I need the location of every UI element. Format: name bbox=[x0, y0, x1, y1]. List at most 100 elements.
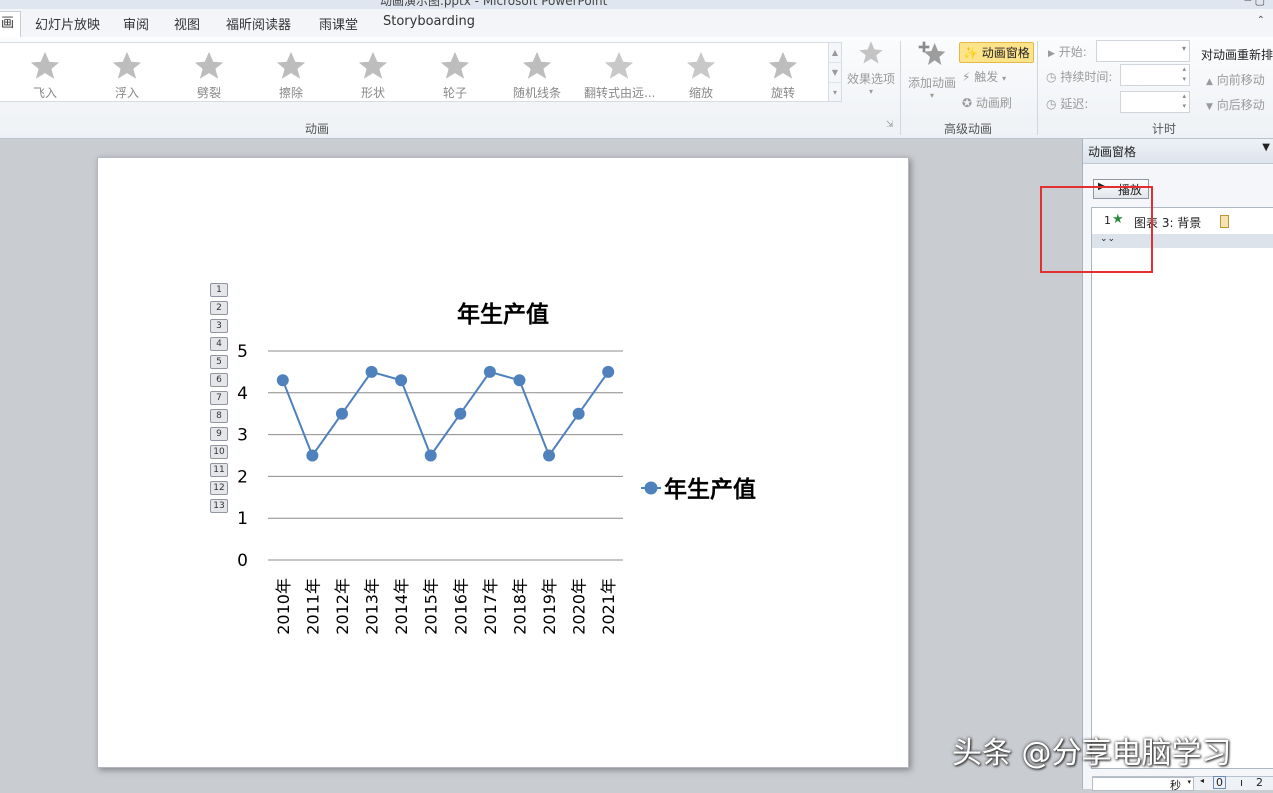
animation-zoom[interactable]: 缩放 bbox=[666, 43, 736, 101]
data-point bbox=[513, 374, 526, 387]
duration-spinner[interactable]: ▴ ▾ bbox=[1120, 64, 1190, 86]
timeline-bar bbox=[1220, 215, 1229, 228]
series-line bbox=[281, 370, 610, 458]
painter-brush-icon: ✪ bbox=[962, 96, 973, 110]
animation-float-in[interactable]: 浮入 bbox=[92, 43, 162, 101]
slide-canvas[interactable]: 1 2 3 4 5 6 7 8 9 10 11 12 13 年生产值 0 1 2 3 4 5 2010年 2011年 20… bbox=[97, 157, 909, 768]
tab-rain-classroom[interactable]: 雨课堂 bbox=[319, 14, 358, 33]
delay-label: ◷ 延迟: bbox=[1046, 97, 1089, 111]
line-chart[interactable]: 年生产值 0 1 2 3 4 5 2010年 2011年 2012年 2013年 2014年 2015年… bbox=[98, 158, 908, 767]
animation-split[interactable]: 劈裂 bbox=[174, 43, 244, 101]
animation-fly-in[interactable]: 飞入 bbox=[10, 43, 80, 101]
group-label-animation: 动画 bbox=[305, 122, 330, 136]
y-tick-label: 0 bbox=[237, 551, 248, 571]
animation-wheel[interactable]: 轮子 bbox=[420, 43, 490, 101]
effect-options-button[interactable]: 效果选项 ▾ bbox=[845, 39, 897, 96]
y-tick-label: 5 bbox=[237, 342, 248, 362]
star-split-icon bbox=[194, 51, 224, 79]
gallery-scrollbar[interactable]: ▲ ▼ ▾ bbox=[828, 42, 842, 102]
y-tick-label: 3 bbox=[237, 426, 248, 446]
animation-swivel[interactable]: 旋转 bbox=[748, 43, 818, 101]
gallery-up-icon[interactable]: ▲ bbox=[829, 43, 841, 63]
clock-icon: ◷ bbox=[1046, 97, 1057, 111]
group-separator bbox=[900, 41, 901, 135]
pane-menu-icon[interactable]: ▼ bbox=[1262, 142, 1270, 153]
tab-storyboarding[interactable]: Storyboarding bbox=[383, 14, 475, 29]
add-animation-button[interactable]: 添加动画 ▾ bbox=[906, 39, 958, 100]
legend-label: 年生产值 bbox=[664, 476, 756, 503]
animation-list: 1 ★ 图表 3: 背景 ⌄⌄ bbox=[1091, 207, 1273, 769]
window-controls[interactable]: ─ ▢ bbox=[1244, 0, 1265, 7]
star-swivel-icon bbox=[768, 51, 798, 79]
trigger-button[interactable]: ⚡ 触发 ▾ bbox=[962, 68, 1006, 85]
chevron-down-icon: ▾ bbox=[868, 87, 873, 96]
star-fly-in-icon bbox=[30, 51, 60, 79]
start-select[interactable]: ▾ bbox=[1096, 40, 1190, 62]
data-point bbox=[335, 407, 348, 420]
gallery-down-icon[interactable]: ▼ bbox=[829, 63, 841, 83]
clock-icon: ◷ bbox=[1046, 70, 1057, 84]
x-tick-label: 2011年 bbox=[303, 578, 322, 635]
legend-marker bbox=[644, 481, 658, 495]
x-tick-label: 2018年 bbox=[510, 578, 529, 635]
star-wheel-icon bbox=[440, 51, 470, 79]
data-point bbox=[454, 407, 467, 420]
animation-grow-turn[interactable]: 翻转式由远... bbox=[584, 43, 654, 101]
animation-wipe[interactable]: 擦除 bbox=[256, 43, 326, 101]
group-label-timing: 计时 bbox=[1152, 122, 1177, 136]
spinner-arrows-icon[interactable]: ▴ ▾ bbox=[1182, 91, 1186, 111]
x-tick-label: 2021年 bbox=[599, 578, 618, 635]
gallery-more-icon[interactable]: ▾ bbox=[829, 83, 841, 102]
x-tick-label: 2012年 bbox=[333, 578, 352, 635]
ribbon: 飞入 浮入 劈裂 擦除 形状 轮子 随机线条 翻转式由远... 缩放 旋转 ▲ … bbox=[0, 37, 1273, 139]
add-animation-star-icon bbox=[918, 41, 946, 65]
data-point bbox=[306, 449, 319, 462]
star-effect-icon bbox=[859, 41, 883, 64]
data-point bbox=[572, 407, 585, 420]
pane-footer: 秒 ▾ ◂ 0 ı 2 bbox=[1092, 776, 1273, 792]
x-tick-label: 2016年 bbox=[451, 578, 470, 635]
watermark-text: 头条 @分享电脑学习 bbox=[952, 736, 1232, 771]
pane-header: 动画窗格 ▼ bbox=[1083, 139, 1273, 164]
spinner-arrows-icon[interactable]: ▴ ▾ bbox=[1182, 64, 1186, 84]
tab-animations[interactable]: 画 bbox=[0, 11, 22, 38]
x-tick-label: 2017年 bbox=[481, 578, 500, 635]
dialog-launcher-icon[interactable]: ⇲ bbox=[886, 120, 894, 130]
star-shape-icon bbox=[358, 51, 388, 79]
move-later-button[interactable]: ▼ 向后移动 bbox=[1206, 96, 1265, 113]
triangle-up-icon: ▲ bbox=[1206, 77, 1213, 87]
duration-label: ◷ 持续时间: bbox=[1046, 70, 1113, 84]
tab-review[interactable]: 审阅 bbox=[123, 14, 149, 33]
group-label-advanced: 高级动画 bbox=[944, 122, 993, 136]
slide-editing-area: 1 2 3 4 5 6 7 8 9 10 11 12 13 年生产值 0 1 2 3 4 5 2010年 2011年 20… bbox=[0, 139, 1080, 789]
delay-spinner[interactable]: ▴ ▾ bbox=[1120, 91, 1190, 113]
x-tick-label: 2013年 bbox=[363, 578, 382, 635]
timeline-divider: ı bbox=[1240, 776, 1244, 789]
start-label: ▶ 开始: bbox=[1048, 45, 1087, 59]
animation-gallery: 飞入 浮入 劈裂 擦除 形状 轮子 随机线条 翻转式由远... 缩放 旋转 bbox=[0, 42, 829, 102]
y-tick-label: 4 bbox=[237, 384, 248, 404]
y-tick-label: 1 bbox=[237, 509, 248, 529]
ribbon-minimize-icon[interactable]: ⌃ bbox=[1257, 15, 1265, 26]
x-tick-label: 2020年 bbox=[570, 578, 589, 635]
data-point bbox=[424, 449, 437, 462]
star-random-bars-icon bbox=[522, 51, 552, 79]
tab-view[interactable]: 视图 bbox=[174, 14, 200, 33]
star-float-in-icon bbox=[112, 51, 142, 79]
pane-title: 动画窗格 bbox=[1088, 145, 1137, 159]
x-tick-label: 2010年 bbox=[274, 578, 293, 635]
reorder-title: 对动画重新排 bbox=[1201, 48, 1273, 62]
scroll-left-icon[interactable]: ◂ bbox=[1200, 776, 1204, 785]
ribbon-tab-bar: 画 幻灯片放映 审阅 视图 福昕阅读器 雨课堂 Storyboarding ⌃ bbox=[0, 9, 1273, 38]
move-earlier-button[interactable]: ▲ 向前移动 bbox=[1206, 71, 1265, 88]
animation-pane-button[interactable]: ✨ 动画窗格 bbox=[959, 42, 1034, 63]
lightning-icon: ⚡ bbox=[962, 70, 971, 84]
tab-slideshow[interactable]: 幻灯片放映 bbox=[35, 14, 100, 33]
animation-painter-button[interactable]: ✪ 动画刷 bbox=[962, 94, 1012, 111]
triangle-down-icon: ▼ bbox=[1206, 102, 1213, 112]
animation-random-bars[interactable]: 随机线条 bbox=[502, 43, 572, 101]
tab-foxit-reader[interactable]: 福昕阅读器 bbox=[226, 14, 291, 33]
highlight-annotation-box bbox=[1040, 186, 1153, 273]
animation-shape[interactable]: 形状 bbox=[338, 43, 408, 101]
y-tick-label: 2 bbox=[237, 467, 248, 487]
